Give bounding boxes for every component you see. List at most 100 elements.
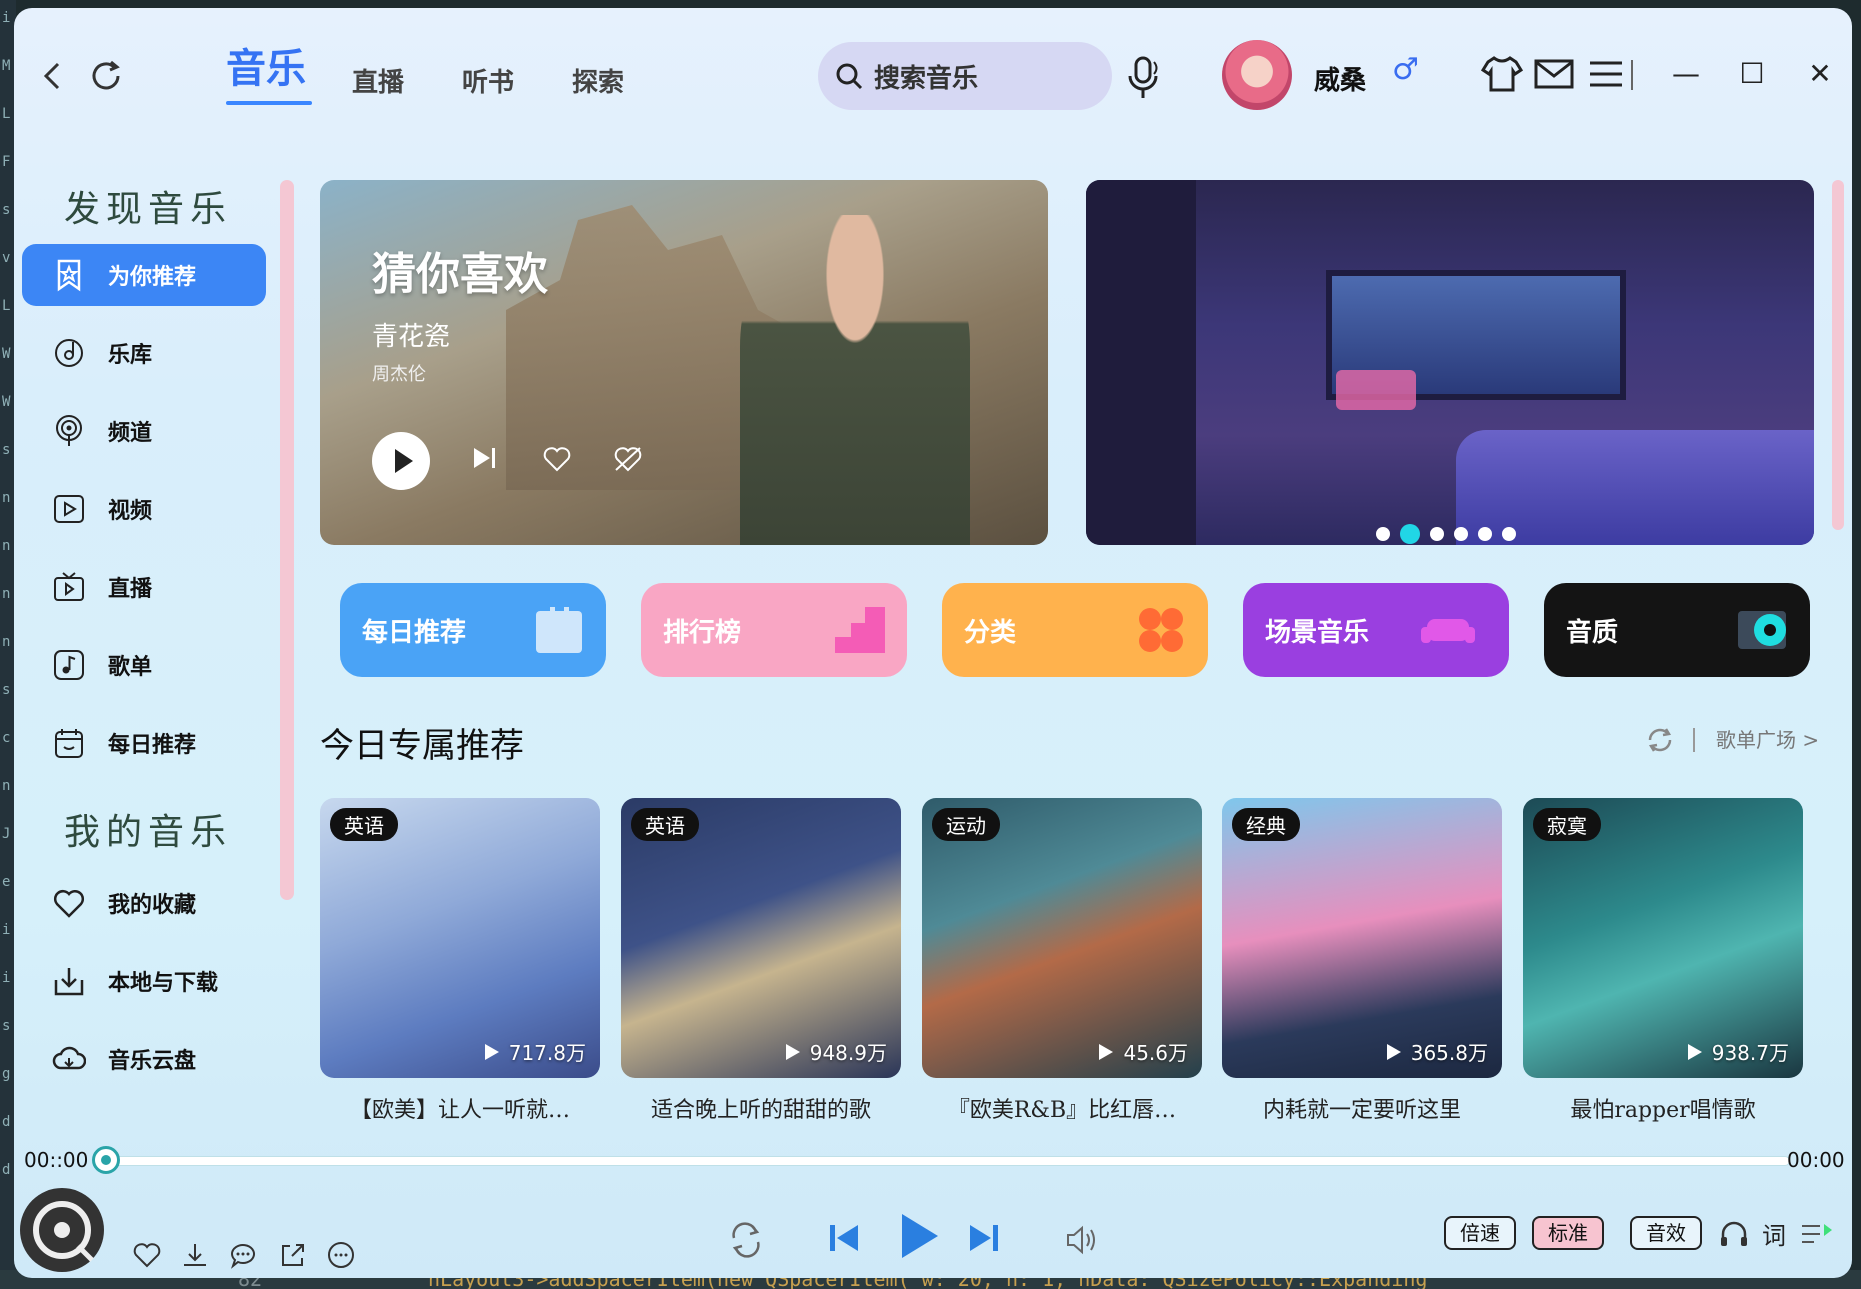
play-count-value: 365.8万: [1410, 1041, 1488, 1065]
menu-icon[interactable]: [1584, 52, 1628, 96]
banner-dot[interactable]: [1454, 527, 1468, 541]
playlist-cover: 寂寞 938.7万: [1523, 798, 1803, 1078]
refresh-button[interactable]: [86, 56, 126, 96]
tab-live[interactable]: 直播: [352, 62, 404, 99]
banner-play-button[interactable]: [372, 432, 430, 490]
refresh-recommend-icon[interactable]: [1644, 724, 1676, 756]
previous-track-icon[interactable]: [826, 1220, 862, 1256]
sidebar-scrollbar[interactable]: [280, 180, 294, 900]
tile-scene-music[interactable]: 场景音乐: [1243, 583, 1509, 677]
sidebar-item-recommend[interactable]: 为你推荐: [22, 244, 266, 306]
username[interactable]: 威桑: [1314, 60, 1366, 97]
play-icon: [395, 449, 413, 473]
tab-explore[interactable]: 探索: [572, 62, 624, 99]
banner-dot[interactable]: [1502, 527, 1516, 541]
now-playing-disc[interactable]: [20, 1188, 104, 1272]
sidebar-item-video[interactable]: 视频: [22, 478, 266, 540]
playlist-tag: 运动: [932, 808, 1000, 841]
tile-sound-quality[interactable]: 音质: [1544, 583, 1810, 677]
music-app-window: 音乐 直播 听书 探索 搜索音乐 威桑 ♂ — ☐ ✕ 发现音乐 为你推荐 乐库…: [14, 8, 1852, 1278]
banner-dot[interactable]: [1430, 527, 1444, 541]
play-count: 365.8万: [1386, 1037, 1488, 1066]
next-track-icon[interactable]: [966, 1220, 1002, 1256]
sidebar-item-label: 每日推荐: [108, 733, 197, 758]
back-button[interactable]: [32, 56, 72, 96]
mail-icon[interactable]: [1532, 52, 1576, 96]
sidebar-item-channel[interactable]: 频道: [22, 400, 266, 462]
play-count: 45.6万: [1099, 1037, 1188, 1066]
sidebar-item-daily[interactable]: 每日推荐: [22, 712, 266, 774]
repeat-icon[interactable]: [726, 1220, 766, 1260]
download-icon[interactable]: [180, 1240, 210, 1270]
progress-knob[interactable]: [92, 1146, 120, 1174]
playlist-card[interactable]: 英语 717.8万 【欧美】让人一听就…: [320, 798, 600, 1124]
sidebar-item-favorites[interactable]: 我的收藏: [22, 872, 266, 934]
sidebar-item-library[interactable]: 乐库: [22, 322, 266, 384]
search-input[interactable]: 搜索音乐: [818, 42, 1112, 110]
play-count-icon: [1099, 1043, 1114, 1060]
next-track-icon[interactable]: [468, 442, 500, 474]
banner-artist-name[interactable]: 周杰伦: [372, 360, 426, 386]
play-icon[interactable]: [890, 1208, 946, 1264]
more-icon[interactable]: [326, 1240, 356, 1270]
banner-song-name[interactable]: 青花瓷: [372, 316, 450, 353]
tab-music[interactable]: 音乐: [226, 36, 306, 94]
minimize-button[interactable]: —: [1664, 52, 1708, 96]
playlist-card[interactable]: 运动 45.6万 『欧美R&B』比红唇…: [922, 798, 1202, 1124]
tile-label: 音质: [1566, 617, 1619, 648]
ide-char: L: [2, 298, 11, 314]
ide-char: i: [2, 10, 11, 26]
banner-dot[interactable]: [1400, 524, 1420, 544]
progress-bar[interactable]: [104, 1156, 1790, 1166]
ide-char: g: [2, 1066, 11, 1082]
main-scrollbar[interactable]: [1832, 180, 1844, 530]
effect-button[interactable]: 音效: [1630, 1216, 1702, 1250]
banner-shelf-art: [1086, 180, 1196, 545]
playlist-cover: 经典 365.8万: [1222, 798, 1502, 1078]
playlist-title[interactable]: 适合晚上听的甜甜的歌: [621, 1092, 901, 1124]
comment-icon[interactable]: [228, 1240, 258, 1270]
share-icon[interactable]: [278, 1240, 308, 1270]
tile-charts[interactable]: 排行榜: [641, 583, 907, 677]
vinyl-disc-icon: [33, 1201, 94, 1262]
speed-button[interactable]: 倍速: [1444, 1216, 1516, 1250]
music-disc-icon: [55, 339, 83, 367]
tile-daily-recommend[interactable]: 每日推荐: [340, 583, 606, 677]
playlist-title[interactable]: 『欧美R&B』比红唇…: [922, 1092, 1202, 1124]
maximize-button[interactable]: ☐: [1730, 52, 1774, 96]
ide-char: s: [2, 1018, 11, 1034]
download-icon: [54, 968, 84, 996]
dislike-heart-icon[interactable]: [612, 444, 644, 474]
like-heart-icon[interactable]: [542, 444, 572, 474]
heart-icon[interactable]: [132, 1240, 162, 1270]
recommend-banner[interactable]: 猜你喜欢 青花瓷 周杰伦: [320, 180, 1048, 545]
play-count-value: 948.9万: [809, 1041, 887, 1065]
header-divider: [1693, 728, 1695, 752]
tab-audiobook[interactable]: 听书: [462, 62, 514, 99]
voice-search-icon[interactable]: [1124, 54, 1164, 102]
playlist-square-link[interactable]: 歌单广场 >: [1716, 724, 1819, 753]
scene-banner[interactable]: [1086, 180, 1814, 545]
user-avatar[interactable]: [1222, 40, 1292, 110]
sidebar-item-cloud[interactable]: 音乐云盘: [22, 1028, 266, 1090]
playlist-card[interactable]: 英语 948.9万 适合晚上听的甜甜的歌: [621, 798, 901, 1124]
banner-dot[interactable]: [1376, 527, 1390, 541]
tile-categories[interactable]: 分类: [942, 583, 1208, 677]
playlist-card[interactable]: 寂寞 938.7万 最怕rapper唱情歌: [1523, 798, 1803, 1124]
playlist-queue-icon[interactable]: [1800, 1218, 1834, 1250]
banner-dot[interactable]: [1478, 527, 1492, 541]
playlist-title[interactable]: 【欧美】让人一听就…: [320, 1092, 600, 1124]
lyrics-button[interactable]: 词: [1762, 1216, 1786, 1251]
sidebar-item-local-download[interactable]: 本地与下载: [22, 950, 266, 1012]
skin-shirt-icon[interactable]: [1480, 52, 1524, 96]
sidebar-item-live[interactable]: 直播: [22, 556, 266, 618]
close-button[interactable]: ✕: [1798, 52, 1842, 96]
sidebar-item-playlist[interactable]: 歌单: [22, 634, 266, 696]
headphones-icon[interactable]: [1718, 1218, 1750, 1250]
quality-button[interactable]: 标准: [1532, 1216, 1604, 1250]
volume-icon[interactable]: [1064, 1222, 1100, 1258]
playlist-title[interactable]: 最怕rapper唱情歌: [1523, 1092, 1803, 1124]
playlist-title[interactable]: 内耗就一定要听这里: [1222, 1092, 1502, 1124]
ide-char: L: [2, 106, 11, 122]
playlist-card[interactable]: 经典 365.8万 内耗就一定要听这里: [1222, 798, 1502, 1124]
